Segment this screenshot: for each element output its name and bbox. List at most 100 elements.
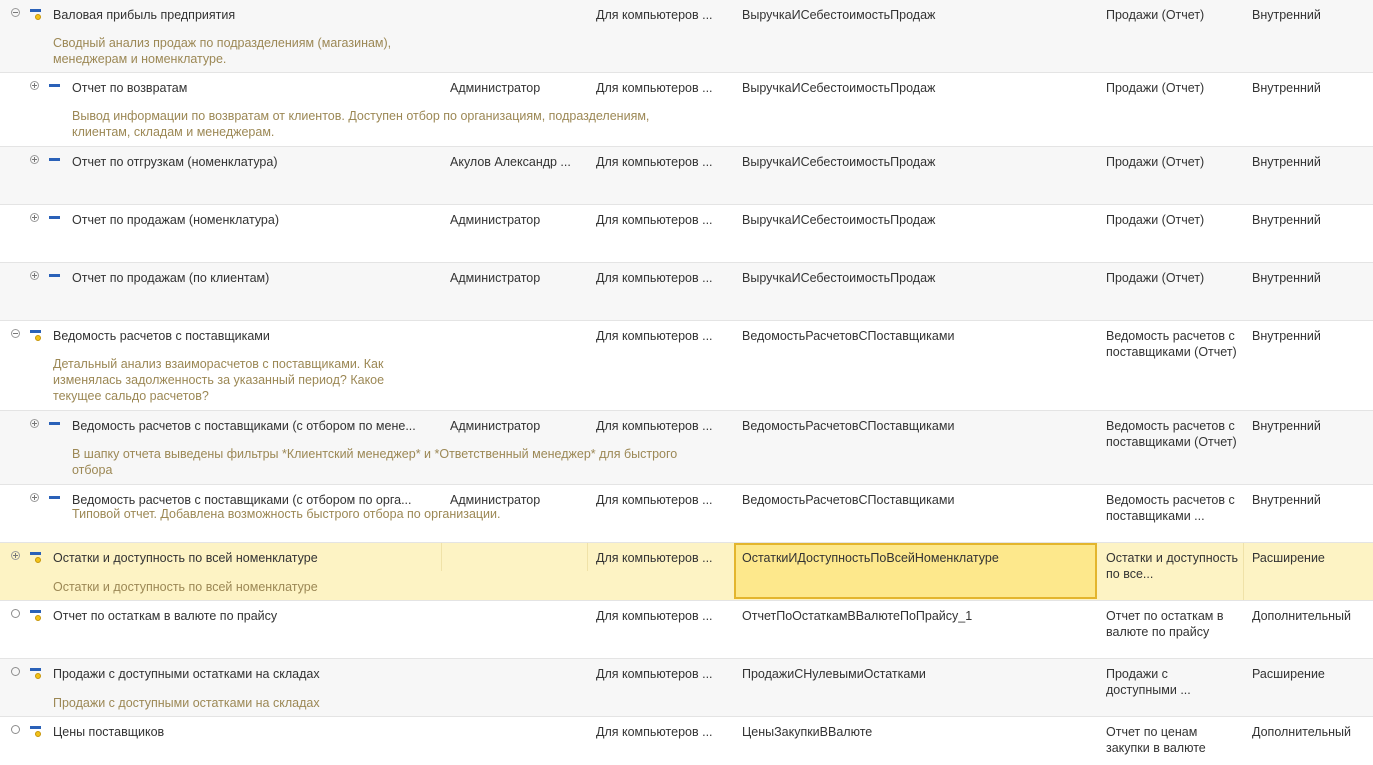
report-description: В шапку отчета выведены фильтры *Клиентс… [72,447,678,477]
availability: Для компьютеров ... [596,551,713,565]
availability: Для компьютеров ... [596,667,713,681]
list-item[interactable]: Ведомость расчетов с поставщиками (с отб… [0,411,1373,485]
author: Акулов Александр ... [450,155,571,169]
report-icon [49,82,61,92]
report-title: Отчет по отгрузкам (номенклатура) [72,155,278,169]
expand-icon[interactable] [30,213,39,222]
author: Администратор [450,213,541,227]
report-icon [49,494,61,504]
collapse-icon[interactable] [11,329,20,338]
radio-icon[interactable] [11,725,20,734]
report-option: Продажи (Отчет) [1106,271,1205,285]
expand-icon[interactable] [30,419,39,428]
list-item-selected[interactable]: Остатки и доступность по всей номенклату… [0,543,1373,601]
report-type: Дополнительный [1252,609,1351,623]
availability: Для компьютеров ... [596,493,713,507]
author: Администратор [450,81,541,95]
report-name: ЦеныЗакупкиВВалюте [742,725,873,739]
report-name: ВедомостьРасчетовСПоставщиками [742,493,955,507]
report-name: ВедомостьРасчетовСПоставщиками [742,419,955,433]
author: Администратор [450,419,541,433]
report-description: Детальный анализ взаиморасчетов с постав… [53,357,385,403]
availability: Для компьютеров ... [596,155,713,169]
report-option: Ведомость расчетов с поставщиками ... [1106,493,1235,523]
report-option: Продажи (Отчет) [1106,155,1205,169]
list-item[interactable]: Отчет по продажам (номенклатура) Админис… [0,205,1373,263]
report-description: Остатки и доступность по всей номенклату… [53,580,318,594]
report-description: Вывод информации по возвратам от клиенто… [72,109,650,139]
report-type: Внутренний [1252,81,1321,95]
report-name: ВыручкаИСебестоимостьПродаж [742,81,936,95]
report-name: ВыручкаИСебестоимостьПродаж [742,213,936,227]
report-type: Внутренний [1252,213,1321,227]
report-type: Внутренний [1252,329,1321,343]
availability: Для компьютеров ... [596,725,713,739]
list-item[interactable]: Цены поставщиков Для компьютеров ... Цен… [0,717,1373,765]
list-item[interactable]: Отчет по возвратам Администратор Для ком… [0,73,1373,147]
expand-icon[interactable] [30,81,39,90]
report-name: ВыручкаИСебестоимостьПродаж [742,155,936,169]
report-group-icon [30,552,42,563]
report-type: Внутренний [1252,493,1321,507]
report-options-list: Валовая прибыль предприятия Для компьюте… [0,0,1373,765]
report-title: Отчет по остаткам в валюте по прайсу [53,609,278,623]
report-name: ВедомостьРасчетовСПоставщиками [742,329,955,343]
report-group-icon [30,610,42,621]
report-title: Отчет по возвратам [72,81,188,95]
report-group-icon [30,9,42,20]
report-option: Продажи (Отчет) [1106,81,1205,95]
report-type: Внутренний [1252,419,1321,433]
report-type: Расширение [1252,667,1325,681]
availability: Для компьютеров ... [596,213,713,227]
report-icon [49,214,61,224]
report-icon [49,156,61,166]
report-type: Дополнительный [1252,725,1351,739]
list-item[interactable]: Валовая прибыль предприятия Для компьюте… [0,0,1373,73]
list-item[interactable]: Ведомость расчетов с поставщиками (с отб… [0,485,1373,543]
report-icon [49,272,61,282]
collapse-icon[interactable] [11,8,20,17]
report-group-icon [30,330,42,341]
expand-icon[interactable] [30,493,39,502]
report-type: Внутренний [1252,155,1321,169]
author: Администратор [450,271,541,285]
report-name: ОтчетПоОстаткамВВалютеПоПрайсу_1 [742,609,973,623]
radio-icon[interactable] [11,609,20,618]
availability: Для компьютеров ... [596,609,713,623]
radio-icon[interactable] [11,667,20,676]
report-description: Сводный анализ продаж по подразделениям … [53,36,392,66]
report-title: Отчет по продажам (по клиентам) [72,271,270,285]
report-title: Остатки и доступность по всей номенклату… [53,551,318,565]
column-divider [587,543,588,571]
report-type: Расширение [1252,551,1325,565]
availability: Для компьютеров ... [596,419,713,433]
list-item[interactable]: Ведомость расчетов с поставщиками Для ко… [0,321,1373,411]
expand-icon[interactable] [30,155,39,164]
report-option: Ведомость расчетов с поставщиками (Отчет… [1106,419,1237,449]
report-description: Типовой отчет. Добавлена возможность быс… [72,507,501,521]
report-option: Ведомость расчетов с поставщиками (Отчет… [1106,329,1237,359]
report-group-icon [30,726,42,737]
list-item[interactable]: Отчет по остаткам в валюте по прайсу Для… [0,601,1373,659]
list-item[interactable]: Отчет по продажам (по клиентам) Админист… [0,263,1373,321]
list-item[interactable]: Отчет по отгрузкам (номенклатура) Акулов… [0,147,1373,205]
report-title: Продажи с доступными остатками на склада… [53,667,320,681]
report-icon [49,420,61,430]
report-name: ВыручкаИСебестоимостьПродаж [742,271,936,285]
report-group-icon [30,668,42,679]
column-divider [441,543,442,571]
availability: Для компьютеров ... [596,8,713,22]
availability: Для компьютеров ... [596,271,713,285]
expand-icon[interactable] [30,271,39,280]
report-title: Ведомость расчетов с поставщиками [53,329,270,343]
list-item[interactable]: Продажи с доступными остатками на склада… [0,659,1373,717]
report-title: Валовая прибыль предприятия [53,8,236,22]
availability: Для компьютеров ... [596,329,713,343]
report-title: Цены поставщиков [53,725,165,739]
report-option: Остатки и доступность по все... [1106,551,1239,581]
report-option: Отчет по остаткам в валюте по прайсу [1106,609,1224,639]
column-divider [1243,543,1244,600]
expand-icon[interactable] [11,551,20,560]
report-option: Продажи (Отчет) [1106,8,1205,22]
availability: Для компьютеров ... [596,81,713,95]
